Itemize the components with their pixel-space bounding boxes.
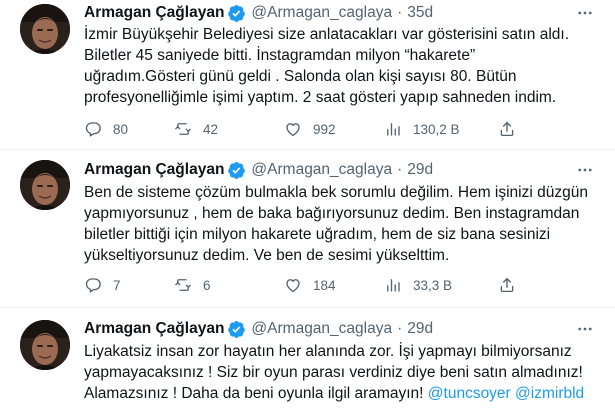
- avatar-photo: [20, 160, 70, 210]
- views-count: 33,3 B: [413, 277, 453, 293]
- avatar[interactable]: [20, 4, 70, 54]
- verified-badge-icon: [227, 320, 246, 339]
- tweet-header: Armagan Çağlayan @Armagan_caglaya · 35d: [84, 2, 433, 24]
- share-button[interactable]: [498, 274, 516, 296]
- avatar-photo: [20, 320, 70, 370]
- author-name[interactable]: Armagan Çağlayan: [84, 320, 224, 338]
- tweet-text-line: Alamazsınız ! Daha da beni oyunla ilgil …: [84, 383, 589, 404]
- reply-count: 80: [113, 121, 129, 137]
- author-handle[interactable]: @Armagan_caglaya: [251, 320, 392, 338]
- tweet-text-line: Biletler 45 saniyede bitti. İnstagramdan…: [84, 47, 476, 64]
- retweet-count: 42: [203, 121, 219, 137]
- tweet-actions: 7 6 184 33,3 B: [84, 274, 584, 296]
- like-count: 992: [313, 121, 336, 137]
- tweet-text-line: yapmayacaksınız ! Siz bir oyun parası ve…: [84, 364, 583, 381]
- tweet-text-line: uğradım.Gösteri günü geldi . Salonda ola…: [84, 68, 517, 85]
- retweet-icon: [174, 276, 192, 294]
- reply-icon: [84, 120, 102, 138]
- tweet-text-line: Liyakatsiz insan zor hayatın her alanınd…: [84, 343, 572, 360]
- avatar-photo: [20, 4, 70, 54]
- mention-link[interactable]: @izmirbld: [515, 385, 584, 402]
- tweet[interactable]: Armagan Çağlayan @Armagan_caglaya · 29d …: [0, 308, 615, 415]
- tweet-time[interactable]: 29d: [407, 161, 433, 179]
- avatar[interactable]: [20, 160, 70, 210]
- separator-dot: ·: [397, 161, 403, 178]
- tweet-text-line: Ben de sisteme çözüm bulmakla bek soruml…: [84, 184, 588, 201]
- views-button[interactable]: 130,2 B: [384, 118, 460, 140]
- reply-button[interactable]: 7: [84, 274, 121, 296]
- tweet[interactable]: Armagan Çağlayan @Armagan_caglaya · 35d …: [0, 0, 615, 150]
- tweet-header: Armagan Çağlayan @Armagan_caglaya · 29d: [84, 318, 433, 340]
- like-button[interactable]: 184: [284, 274, 336, 296]
- separator-dot: ·: [397, 320, 403, 337]
- like-count: 184: [313, 277, 336, 293]
- tweet-time[interactable]: 35d: [407, 4, 433, 22]
- tweet-text-fragment: Alamazsınız ! Daha da beni oyunla ilgil …: [84, 385, 424, 402]
- separator-dot: ·: [397, 4, 403, 21]
- tweet-text: Ben de sisteme çözüm bulmakla bek soruml…: [84, 182, 589, 266]
- tweet[interactable]: Armagan Çağlayan @Armagan_caglaya · 29d …: [0, 150, 615, 308]
- tweet-text-line: yapmıyorsunuz , hem de baka bağırıyorsun…: [84, 205, 580, 222]
- more-options-icon[interactable]: [573, 2, 597, 24]
- tweet-header: Armagan Çağlayan @Armagan_caglaya · 29d: [84, 159, 433, 181]
- verified-badge-icon: [227, 4, 246, 23]
- share-button[interactable]: [498, 118, 516, 140]
- more-options-icon[interactable]: [573, 318, 597, 340]
- views-icon: [384, 276, 402, 294]
- like-icon: [284, 120, 302, 138]
- tweet-text-line: yükseltiyorsunuz dedim. Ve ben de sesimi…: [84, 247, 450, 264]
- author-handle[interactable]: @Armagan_caglaya: [251, 4, 392, 22]
- retweet-count: 6: [203, 277, 211, 293]
- author-name[interactable]: Armagan Çağlayan: [84, 4, 224, 22]
- tweet-text-line: biletler bittiği için milyon hakarete uğ…: [84, 226, 551, 243]
- tweet-text-line: İzmir Büyükşehir Belediyesi size anlatac…: [84, 26, 570, 43]
- tweet-actions: 80 42 992 130,2 B: [84, 118, 584, 140]
- author-name[interactable]: Armagan Çağlayan: [84, 161, 224, 179]
- tweet-time[interactable]: 29d: [407, 320, 433, 338]
- reply-icon: [84, 276, 102, 294]
- views-icon: [384, 120, 402, 138]
- views-button[interactable]: 33,3 B: [384, 274, 452, 296]
- share-icon: [498, 120, 516, 138]
- more-options-icon[interactable]: [573, 159, 597, 181]
- like-icon: [284, 276, 302, 294]
- verified-badge-icon: [227, 161, 246, 180]
- reply-button[interactable]: 80: [84, 118, 128, 140]
- views-count: 130,2 B: [413, 121, 460, 137]
- share-icon: [498, 276, 516, 294]
- retweet-icon: [174, 120, 192, 138]
- tweet-text: İzmir Büyükşehir Belediyesi size anlatac…: [84, 24, 589, 108]
- retweet-button[interactable]: 6: [174, 274, 211, 296]
- like-button[interactable]: 992: [284, 118, 336, 140]
- reply-count: 7: [113, 277, 121, 293]
- mention-link[interactable]: @tuncsoyer: [428, 385, 511, 402]
- tweet-text: Liyakatsiz insan zor hayatın her alanınd…: [84, 341, 589, 404]
- avatar[interactable]: [20, 320, 70, 370]
- retweet-button[interactable]: 42: [174, 118, 218, 140]
- author-handle[interactable]: @Armagan_caglaya: [251, 161, 392, 179]
- tweet-text-line: profesyonelliğimle işimi yaptım. 2 saat …: [84, 89, 557, 106]
